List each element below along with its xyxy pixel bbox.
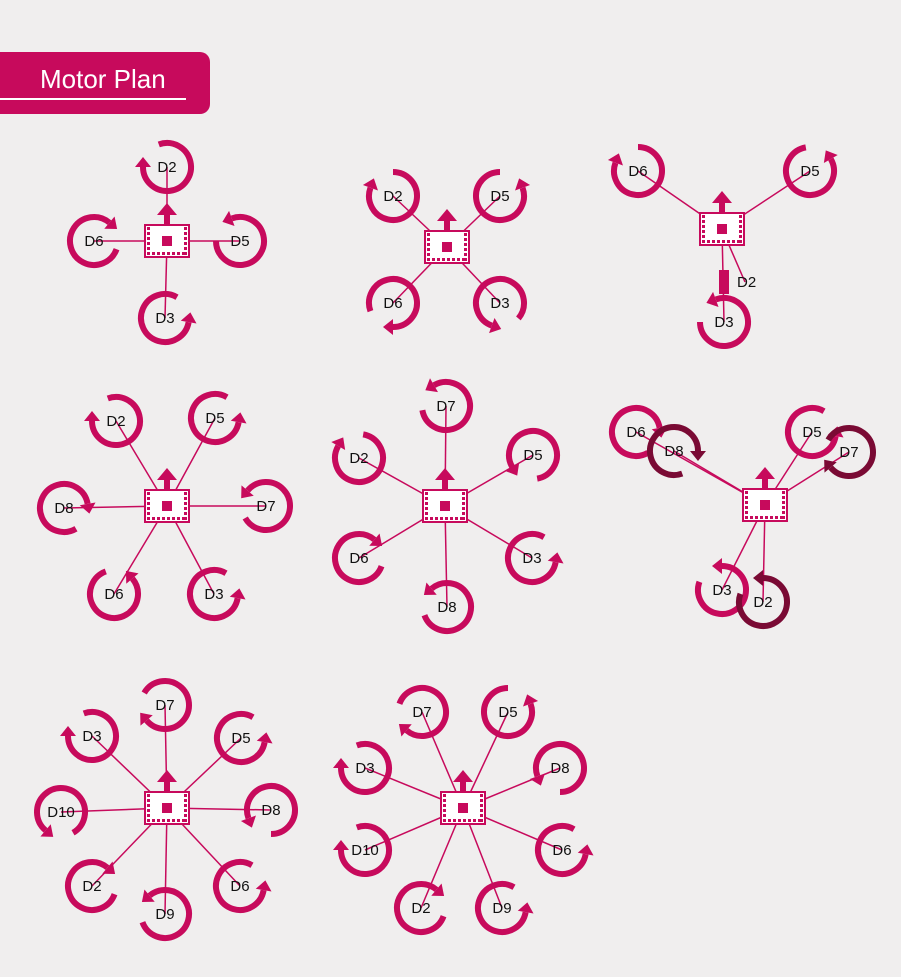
motor-label-d6: D6 bbox=[552, 842, 571, 859]
motor-label-d3: D3 bbox=[712, 582, 731, 599]
motor-label-d7: D7 bbox=[256, 498, 275, 515]
motor-label-d6: D6 bbox=[104, 586, 123, 603]
rotation-arrowhead-d10 bbox=[333, 840, 349, 850]
motor-label-d2: D2 bbox=[383, 188, 402, 205]
rotation-arrowhead-d3 bbox=[180, 312, 197, 324]
rotation-arrowhead-d3 bbox=[333, 758, 349, 768]
rotation-arrowhead-d6 bbox=[255, 880, 272, 892]
motor-label-d10: D10 bbox=[351, 842, 379, 859]
rotation-arrowhead-d8 bbox=[690, 451, 706, 461]
motor-label-d3: D3 bbox=[82, 728, 101, 745]
config-y6: D6 D8 D5 D7 D3 D2 bbox=[609, 405, 876, 629]
motor-label-d5: D5 bbox=[205, 410, 224, 427]
config-octo-plus: D7 D3 D5 D10 D8 D2 D6 D9 bbox=[34, 678, 298, 941]
motor-label-d8: D8 bbox=[54, 500, 73, 517]
rotation-arrowhead-d2 bbox=[84, 411, 100, 421]
motor-label-d3: D3 bbox=[714, 314, 733, 331]
motor-label-d6: D6 bbox=[626, 424, 645, 441]
motor-label-d2: D2 bbox=[411, 900, 430, 917]
motor-label-d6: D6 bbox=[383, 295, 402, 312]
motor-label-d5: D5 bbox=[523, 447, 542, 464]
rotation-arrowhead-d9 bbox=[517, 902, 534, 914]
motor-label-d3: D3 bbox=[490, 295, 509, 312]
motor-plan-diagrams: D2D5D3D6D2 D5D6 D3D6 D5D2D3D2 D5D8 D7D6 D3D7D2… bbox=[34, 140, 876, 941]
motor-label-d8: D8 bbox=[437, 599, 456, 616]
motor-label-d5: D5 bbox=[230, 233, 249, 250]
config-octo-x: D7 D5 D3 D8 D10 D6 D2 D9 bbox=[333, 685, 594, 935]
motor-label-d5: D5 bbox=[490, 188, 509, 205]
motor-label-d7: D7 bbox=[412, 704, 431, 721]
config-hex-x: D2 D5 D8 D7 D6 D3 bbox=[37, 391, 293, 621]
rotation-arrowhead-d6 bbox=[383, 319, 393, 335]
motor-label-d6: D6 bbox=[230, 878, 249, 895]
rotation-arrowhead-d5 bbox=[256, 732, 273, 744]
motor-label-d6: D6 bbox=[84, 233, 103, 250]
servo-block bbox=[719, 270, 729, 294]
motor-label-d8: D8 bbox=[550, 760, 569, 777]
motor-label-d6: D6 bbox=[349, 550, 368, 567]
motor-label-d10: D10 bbox=[47, 804, 75, 821]
rotation-arrowhead-d3 bbox=[229, 588, 246, 600]
motor-label-d5: D5 bbox=[802, 424, 821, 441]
motor-label-d2: D2 bbox=[106, 413, 125, 430]
motor-label-d5: D5 bbox=[231, 730, 250, 747]
motor-label-d2: D2 bbox=[753, 594, 772, 611]
motor-label-d6: D6 bbox=[628, 163, 647, 180]
motor-label-d2: D2 bbox=[82, 878, 101, 895]
motor-label-d2: D2 bbox=[157, 159, 176, 176]
config-hex-plus: D7 D2 D5 D6 D3 D8 bbox=[331, 378, 564, 634]
rotation-arrowhead-d6 bbox=[577, 844, 594, 856]
motor-label-d8: D8 bbox=[664, 443, 683, 460]
config-tri: D6 D5 D2 D3 bbox=[607, 144, 838, 349]
rotation-arrowhead-d3 bbox=[547, 552, 564, 564]
motor-label-d2: D2 bbox=[349, 450, 368, 467]
rotation-arrowhead-d2 bbox=[753, 570, 763, 586]
motor-label-d9: D9 bbox=[492, 900, 511, 917]
rotation-arrowhead-d2 bbox=[135, 157, 151, 167]
config-quad-x: D2 D5 D6 D3 bbox=[362, 169, 531, 335]
motor-label-d8: D8 bbox=[261, 802, 280, 819]
motor-label-d3: D3 bbox=[522, 550, 541, 567]
motor-label-d7: D7 bbox=[436, 398, 455, 415]
motor-label-d9: D9 bbox=[155, 906, 174, 923]
motor-label-d7: D7 bbox=[155, 697, 174, 714]
motor-label-d2: D2 bbox=[737, 274, 756, 291]
rotation-arrowhead-d3 bbox=[712, 558, 722, 574]
rotation-arrowhead-d5 bbox=[230, 412, 247, 424]
config-quad-plus: D2 D5 D3 D6 bbox=[67, 140, 267, 345]
motor-label-d3: D3 bbox=[155, 310, 174, 327]
rotation-arrowhead-d3 bbox=[60, 726, 76, 736]
motor-label-d3: D3 bbox=[355, 760, 374, 777]
motor-label-d7: D7 bbox=[839, 444, 858, 461]
motor-label-d5: D5 bbox=[800, 163, 819, 180]
motor-label-d5: D5 bbox=[498, 704, 517, 721]
motor-label-d3: D3 bbox=[204, 586, 223, 603]
